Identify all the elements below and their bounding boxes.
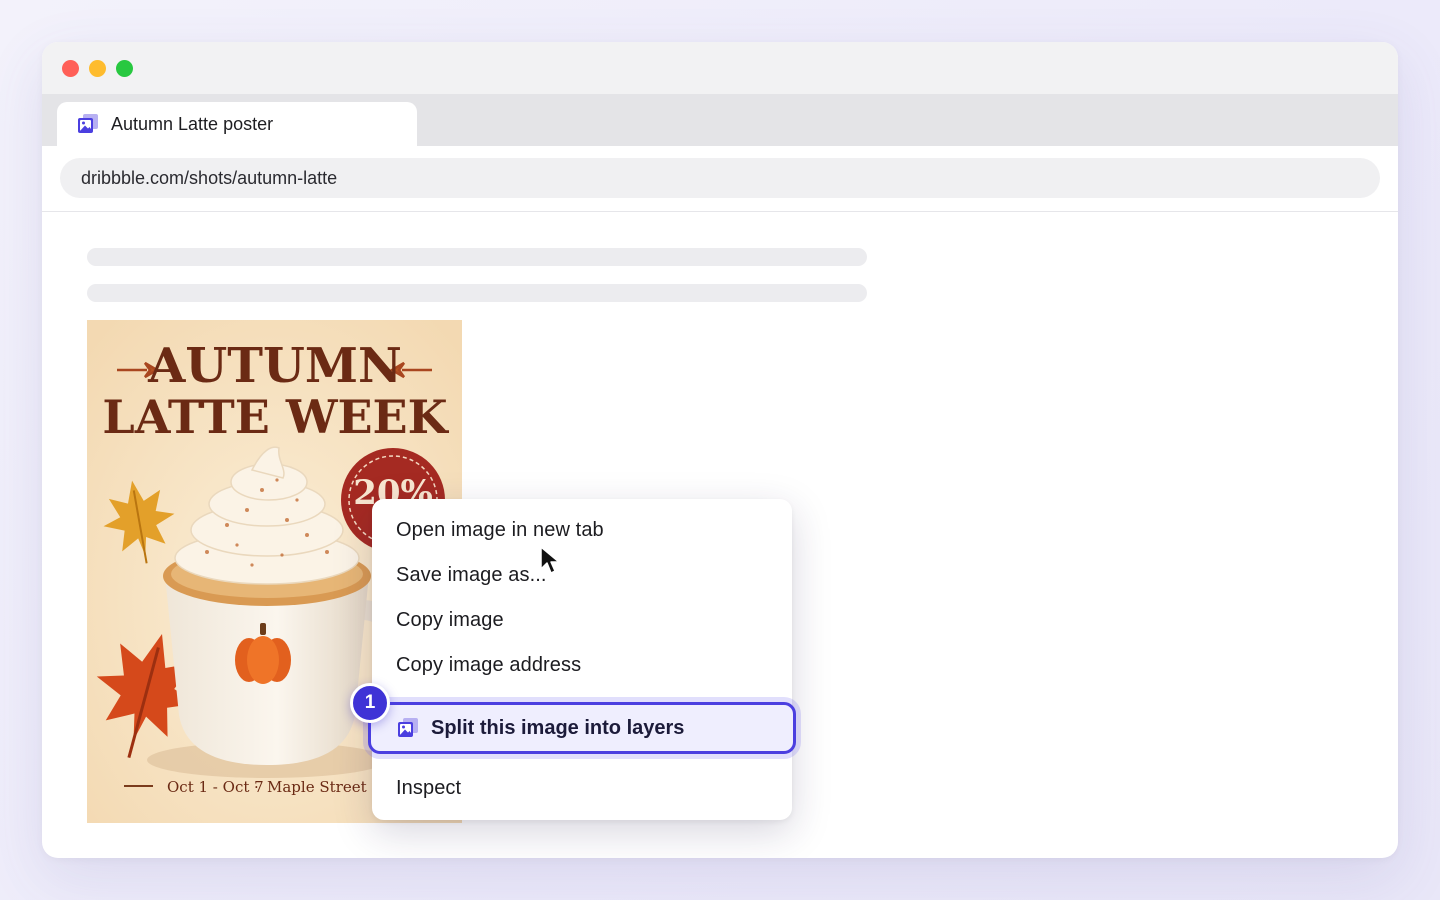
- menu-item-open-image-new-tab[interactable]: Open image in new tab: [396, 519, 604, 542]
- poster-headline-line1: AUTUMN: [147, 338, 402, 394]
- skeleton-line: [87, 284, 867, 302]
- menu-item-save-image-as[interactable]: Save image as...: [396, 564, 547, 587]
- image-layers-icon: [77, 113, 99, 135]
- poster-footer-separator: ·: [254, 778, 259, 796]
- image-layers-icon: [397, 717, 419, 739]
- mouse-cursor-icon: [539, 545, 563, 582]
- skeleton-line: [87, 248, 867, 266]
- split-image-label: Split this image into layers: [431, 716, 685, 739]
- context-menu: Open image in new tab Save image as... C…: [350, 499, 796, 820]
- tab-autumn-latte-poster[interactable]: Autumn Latte poster: [57, 102, 417, 146]
- menu-item-split-image-into-layers[interactable]: Split this image into layers: [368, 702, 796, 754]
- poster-headline-line2: LATTE WEEK: [102, 390, 449, 444]
- menu-item-inspect[interactable]: Inspect: [396, 777, 461, 800]
- tab-strip: Autumn Latte poster: [42, 94, 1398, 146]
- minimize-window-button[interactable]: [89, 60, 106, 77]
- step-badge: 1: [350, 683, 390, 723]
- tab-title: Autumn Latte poster: [111, 113, 274, 134]
- browser-window: Autumn Latte poster dribbble.com/shots/a…: [42, 42, 1398, 858]
- close-window-button[interactable]: [62, 60, 79, 77]
- maximize-window-button[interactable]: [116, 60, 133, 77]
- title-bar: [42, 42, 1398, 94]
- address-bar[interactable]: dribbble.com/shots/autumn-latte: [60, 158, 1380, 198]
- menu-item-copy-image[interactable]: Copy image: [396, 609, 504, 632]
- toolbar: dribbble.com/shots/autumn-latte: [42, 146, 1398, 212]
- menu-item-copy-image-address[interactable]: Copy image address: [396, 654, 581, 677]
- poster-footer-dates: Oct 1 - Oct 7: [167, 778, 264, 796]
